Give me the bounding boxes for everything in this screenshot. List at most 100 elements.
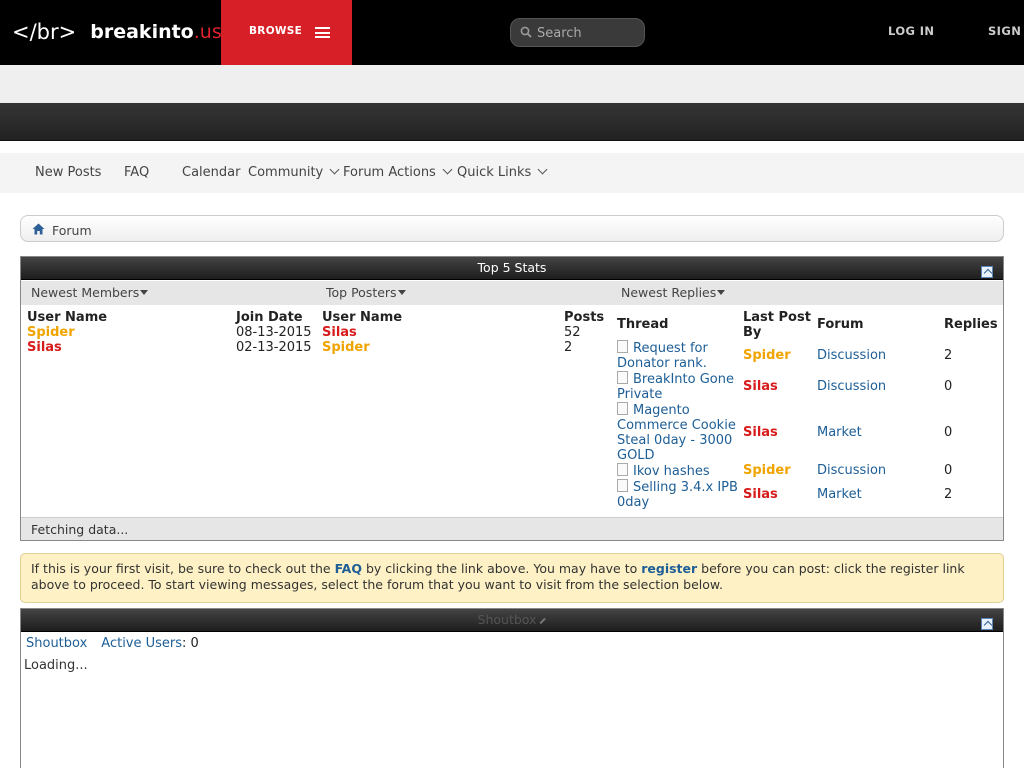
reply-count: 2 <box>944 487 953 502</box>
replies-col-by: By <box>743 325 762 340</box>
search-icon <box>520 26 532 38</box>
banner-gap <box>0 141 1024 153</box>
reply-count: 2 <box>944 348 953 363</box>
tab-shoutbox[interactable]: Shoutbox <box>26 636 87 651</box>
dropdown-arrow-icon <box>717 290 726 295</box>
members-col-joindate: Join Date <box>236 310 303 325</box>
reply-user[interactable]: Silas <box>743 425 778 440</box>
nav-community[interactable]: Community <box>248 164 340 180</box>
collapse-icon[interactable] <box>981 618 993 630</box>
shoutbox-block: Shoutbox Shoutbox Active Users: 0 Loading… <box>20 608 1004 768</box>
stats-title: Top 5 Stats <box>477 260 547 275</box>
reply-user[interactable]: Silas <box>743 379 778 394</box>
stats-tabs: Newest Members Top Posters Newest Replie… <box>21 281 1003 305</box>
search-input[interactable] <box>537 23 637 43</box>
signup-link[interactable]: SIGN <box>988 24 1021 38</box>
member-name[interactable]: Spider <box>27 325 75 340</box>
header-spacer <box>0 65 1024 103</box>
tab-newest-replies[interactable]: Newest Replies <box>621 285 726 300</box>
fetching-text: Fetching data... <box>31 522 129 537</box>
logo-tag: </br> <box>12 20 77 44</box>
logo-tld: .us <box>193 21 222 43</box>
stats-status-bar: Fetching data... <box>21 517 1003 540</box>
nav-quick-links-label: Quick Links <box>457 165 532 180</box>
replies-col-thread: Thread <box>617 317 669 332</box>
collapse-icon[interactable] <box>981 266 993 278</box>
nav-calendar[interactable]: Calendar <box>182 165 240 180</box>
thread-icon <box>617 463 628 476</box>
reply-count: 0 <box>944 379 953 394</box>
shoutbox-header: Shoutbox <box>21 609 1003 632</box>
thread-icon <box>617 402 628 415</box>
edit-icon[interactable] <box>539 617 546 624</box>
thread-link[interactable]: Ikov hashes <box>617 463 710 479</box>
reply-forum[interactable]: Discussion <box>817 379 886 394</box>
dark-banner <box>0 103 1024 141</box>
welcome-notice: If this is your first visit, be sure to … <box>20 553 1004 603</box>
replies-col-replies: Replies <box>944 317 998 332</box>
shoutbox-tabs: Shoutbox Active Users: 0 <box>26 636 199 651</box>
active-users-count: 0 <box>190 636 199 651</box>
replies-col-forum: Forum <box>817 317 864 332</box>
shoutbox-title: Shoutbox <box>477 612 537 627</box>
reply-user[interactable]: Silas <box>743 487 778 502</box>
reply-user[interactable]: Spider <box>743 463 791 478</box>
site-logo[interactable]: </br> breakinto .us <box>12 16 222 48</box>
hamburger-icon <box>315 27 330 38</box>
member-name[interactable]: Silas <box>27 340 62 355</box>
nav-faq[interactable]: FAQ <box>124 165 149 180</box>
replies-col-lastpost: Last Post <box>743 310 811 325</box>
dropdown-arrow-icon <box>397 290 406 295</box>
thread-link[interactable]: Selling 3.4.x IPB 0day <box>617 479 738 510</box>
tab-active-users[interactable]: Active Users <box>101 636 182 651</box>
logo-name: breakinto <box>90 21 194 43</box>
reply-count: 0 <box>944 463 953 478</box>
faq-link[interactable]: FAQ <box>335 561 362 576</box>
forum-navbar: New Posts FAQ Calendar Community Forum A… <box>0 153 1024 193</box>
poster-name[interactable]: Silas <box>322 325 357 340</box>
reply-count: 0 <box>944 425 953 440</box>
chevron-down-icon <box>537 164 548 175</box>
chevron-down-icon <box>442 164 453 175</box>
reply-forum[interactable]: Market <box>817 425 862 440</box>
tab-top-posters[interactable]: Top Posters <box>326 285 406 300</box>
thread-icon <box>617 479 628 492</box>
chevron-down-icon <box>329 164 340 175</box>
poster-posts: 52 <box>564 325 581 340</box>
breadcrumb-forum[interactable]: Forum <box>52 223 92 238</box>
nav-forum-actions-label: Forum Actions <box>343 165 436 180</box>
shoutbox-loading: Loading... <box>24 658 88 673</box>
dropdown-arrow-icon <box>140 290 149 295</box>
reply-forum[interactable]: Market <box>817 487 862 502</box>
poster-posts: 2 <box>564 340 573 355</box>
reply-forum[interactable]: Discussion <box>817 348 886 363</box>
posters-col-username: User Name <box>322 310 403 325</box>
reply-user[interactable]: Spider <box>743 348 791 363</box>
thread-icon <box>617 371 628 384</box>
search-box[interactable] <box>510 18 645 47</box>
thread-icon <box>617 340 628 353</box>
nav-new-posts[interactable]: New Posts <box>35 165 101 180</box>
nav-quick-links[interactable]: Quick Links <box>457 164 548 180</box>
breadcrumb: Forum <box>20 215 1004 242</box>
nav-forum-actions[interactable]: Forum Actions <box>343 164 453 180</box>
stats-header: Top 5 Stats <box>21 257 1003 280</box>
nav-community-label: Community <box>248 165 324 180</box>
members-col-username: User Name <box>27 310 108 325</box>
posters-col-posts: Posts <box>564 310 605 325</box>
poster-name[interactable]: Spider <box>322 340 370 355</box>
browse-label: BROWSE <box>249 25 303 37</box>
login-link[interactable]: LOG IN <box>888 24 934 38</box>
register-link[interactable]: register <box>641 561 697 576</box>
tab-newest-members[interactable]: Newest Members <box>31 285 149 300</box>
top-stats-block: Top 5 Stats Newest Members Top Posters N… <box>20 256 1004 541</box>
reply-forum[interactable]: Discussion <box>817 463 886 478</box>
thread-link[interactable]: BreakInto Gone Private <box>617 371 734 402</box>
thread-link[interactable]: Magento Commerce Cookie Steal 0day - 3000 G… <box>617 402 736 463</box>
member-joindate: 02-13-2015 <box>236 340 312 355</box>
top-header: </br> breakinto.us BROWSE LOG IN SIGN <box>0 0 1024 65</box>
home-icon[interactable] <box>32 223 45 235</box>
member-joindate: 08-13-2015 <box>236 325 312 340</box>
thread-link[interactable]: Request for Donator rank. <box>617 340 708 371</box>
browse-button[interactable]: BROWSE <box>221 0 352 65</box>
